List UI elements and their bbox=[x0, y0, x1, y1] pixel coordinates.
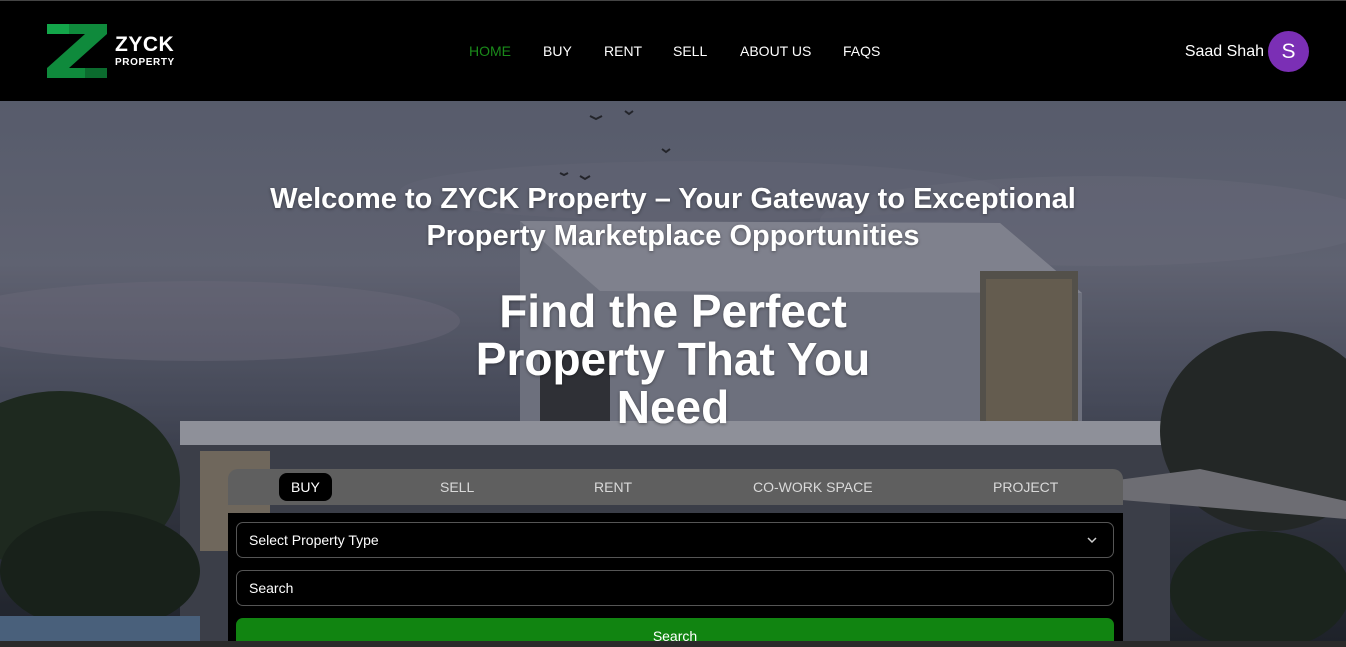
property-type-select[interactable]: Select Property Type bbox=[236, 522, 1114, 558]
bottom-scroll-strip bbox=[0, 641, 1346, 647]
search-tabs: BUY SELL RENT CO-WORK SPACE PROJECT bbox=[228, 469, 1123, 505]
nav-faqs[interactable]: FAQS bbox=[843, 43, 880, 59]
tab-buy[interactable]: BUY bbox=[279, 473, 332, 501]
hero-title-line: Need bbox=[616, 381, 730, 433]
hero-heading: Welcome to ZYCK Property – Your Gateway … bbox=[270, 183, 1076, 252]
main-nav: HOME BUY RENT SELL ABOUT US FAQS bbox=[0, 43, 1346, 63]
top-header: ZYCK PROPERTY HOME BUY RENT SELL ABOUT U… bbox=[0, 0, 1346, 101]
user-menu[interactable]: Saad Shah S bbox=[1185, 31, 1309, 72]
property-type-value: Select Property Type bbox=[249, 532, 379, 548]
tab-rent[interactable]: RENT bbox=[594, 479, 632, 495]
hero-title-line: Property That You bbox=[475, 333, 871, 385]
search-input[interactable]: Search bbox=[236, 570, 1114, 606]
tab-co-work-space[interactable]: CO-WORK SPACE bbox=[753, 479, 873, 495]
nav-home[interactable]: HOME bbox=[469, 43, 511, 59]
chevron-down-icon bbox=[1087, 537, 1097, 544]
nav-buy[interactable]: BUY bbox=[543, 43, 572, 59]
hero-title: Find the Perfect Property That You Need bbox=[423, 287, 923, 431]
nav-sell[interactable]: SELL bbox=[673, 43, 707, 59]
tab-sell[interactable]: SELL bbox=[440, 479, 474, 495]
nav-about-us[interactable]: ABOUT US bbox=[740, 43, 811, 59]
search-placeholder: Search bbox=[249, 580, 294, 596]
hero-section: Welcome to ZYCK Property – Your Gateway … bbox=[0, 101, 1346, 647]
user-name: Saad Shah bbox=[1184, 42, 1264, 60]
search-panel: Select Property Type Search Search bbox=[228, 513, 1123, 647]
avatar[interactable]: S bbox=[1268, 31, 1309, 72]
nav-rent[interactable]: RENT bbox=[604, 43, 642, 59]
tab-project[interactable]: PROJECT bbox=[993, 479, 1058, 495]
hero-title-line: Find the Perfect bbox=[499, 285, 847, 337]
